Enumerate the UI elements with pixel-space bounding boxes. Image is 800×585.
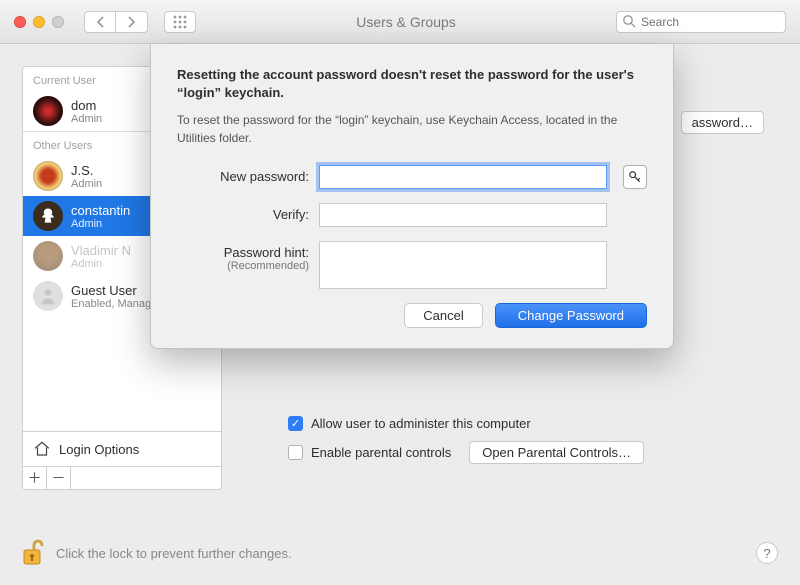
avatar-icon: [33, 241, 63, 271]
avatar-icon: [33, 161, 63, 191]
remove-user-button[interactable]: －: [47, 467, 71, 489]
show-all-button[interactable]: [164, 11, 196, 33]
zoom-window-button[interactable]: [52, 16, 64, 28]
search-icon: [622, 14, 636, 28]
lock-open-icon[interactable]: [22, 539, 44, 567]
login-options-label: Login Options: [59, 442, 139, 457]
user-role: Admin: [71, 258, 131, 270]
traffic-lights: [14, 16, 64, 28]
password-reset-sheet: Resetting the account password doesn't r…: [150, 44, 674, 349]
open-parental-button[interactable]: Open Parental Controls…: [469, 441, 644, 464]
change-password-button[interactable]: assword…: [681, 111, 764, 134]
hint-label: Password hint: (Recommended): [177, 241, 309, 272]
parental-checkbox[interactable]: [288, 445, 303, 460]
nav-forward-button[interactable]: [116, 11, 148, 33]
new-password-label: New password:: [177, 165, 309, 184]
minimize-window-button[interactable]: [33, 16, 45, 28]
avatar-icon: [33, 201, 63, 231]
parental-row: Enable parental controls Open Parental C…: [288, 441, 764, 464]
change-password-confirm-button[interactable]: Change Password: [495, 303, 647, 328]
verify-label: Verify:: [177, 203, 309, 222]
add-remove-bar: ＋ －: [23, 466, 221, 489]
lock-footer: Click the lock to prevent further change…: [22, 539, 778, 567]
nav-buttons: [84, 11, 148, 33]
password-form: New password: Verify: Password hint: (Re…: [177, 165, 647, 289]
password-assistant-button[interactable]: [623, 165, 647, 189]
chevron-left-icon: [96, 16, 105, 28]
search-wrap: [616, 11, 786, 33]
cancel-button[interactable]: Cancel: [404, 303, 482, 328]
key-icon: [628, 170, 642, 184]
help-button[interactable]: ?: [756, 542, 778, 564]
user-name: dom: [71, 98, 102, 113]
parental-label: Enable parental controls: [311, 445, 451, 460]
user-role: Admin: [71, 178, 102, 190]
new-password-input[interactable]: [319, 165, 607, 189]
login-options-row[interactable]: Login Options: [23, 431, 221, 466]
allow-admin-label: Allow user to administer this computer: [311, 416, 531, 431]
password-hint-input[interactable]: [319, 241, 607, 289]
allow-admin-checkbox[interactable]: ✓: [288, 416, 303, 431]
user-name: J.S.: [71, 163, 102, 178]
sheet-heading: Resetting the account password doesn't r…: [177, 66, 647, 102]
add-user-button[interactable]: ＋: [23, 467, 47, 489]
home-icon: [33, 440, 51, 458]
verify-password-input[interactable]: [319, 203, 607, 227]
checkbox-group: ✓ Allow user to administer this computer…: [288, 416, 764, 464]
user-name: constantin: [71, 203, 130, 218]
nav-back-button[interactable]: [84, 11, 116, 33]
sheet-subtext: To reset the password for the “login” ke…: [177, 112, 647, 147]
hint-recommended: (Recommended): [177, 260, 309, 272]
close-window-button[interactable]: [14, 16, 26, 28]
allow-admin-row: ✓ Allow user to administer this computer: [288, 416, 764, 431]
lock-text: Click the lock to prevent further change…: [56, 546, 292, 561]
avatar-icon: [33, 96, 63, 126]
avatar-icon: [33, 281, 63, 311]
chevron-right-icon: [127, 16, 136, 28]
titlebar: Users & Groups: [0, 0, 800, 44]
search-input[interactable]: [616, 11, 786, 33]
user-name: Vladimir N: [71, 243, 131, 258]
user-role: Admin: [71, 113, 102, 125]
user-role: Admin: [71, 218, 130, 230]
window-title: Users & Groups: [206, 14, 606, 30]
grid-icon: [173, 15, 187, 29]
sheet-button-row: Cancel Change Password: [177, 303, 647, 328]
